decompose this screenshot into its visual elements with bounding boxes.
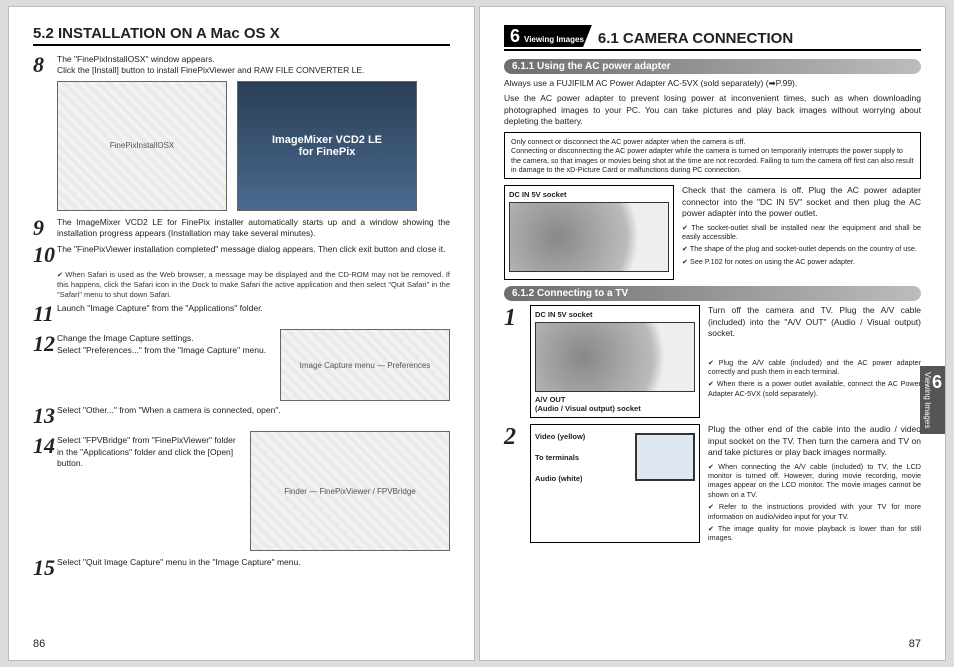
subheading-6-1-1: 6.1.1 Using the AC power adapter xyxy=(504,59,921,74)
caution-callout: Only connect or disconnect the AC power … xyxy=(504,132,921,179)
chapter-tab: 6 Viewing Images xyxy=(504,25,592,47)
subheading-6-1-2: 6.1.2 Connecting to a TV xyxy=(504,286,921,301)
figure-caption: ImageMixer VCD2 LE for FinePix xyxy=(238,82,416,210)
side-chapter-text: Viewing Images xyxy=(923,372,932,428)
page-left: 5.2 INSTALLATION ON A Mac OS X 8 The "Fi… xyxy=(8,6,475,661)
intro-ac-1: Always use a FUJIFILM AC Power Adapter A… xyxy=(504,78,921,89)
step-number: 8 xyxy=(33,54,57,76)
diagram-tv-1: 1 DC IN 5V socket A/V OUT (Audio / Visua… xyxy=(504,305,921,418)
step-text: The "FinePixInstallOSX" window appears. … xyxy=(57,54,450,77)
figure-finder-fpvbridge: Finder — FinePixViewer / FPVBridge xyxy=(250,431,450,551)
chapter-text: Viewing Images xyxy=(524,35,584,44)
figure-row-8: FinePixInstallOSX ImageMixer VCD2 LE for… xyxy=(57,81,450,211)
note: Plug the A/V cable (included) and the AC… xyxy=(708,358,921,376)
step-9: 9 The ImageMixer VCD2 LE for FinePix ins… xyxy=(33,217,450,240)
step-number: 14 xyxy=(33,435,57,457)
step-10: 10 The "FinePixViewer installation compl… xyxy=(33,244,450,266)
label-to-terminals: To terminals xyxy=(535,453,631,462)
page-spread: 5.2 INSTALLATION ON A Mac OS X 8 The "Fi… xyxy=(0,0,954,667)
step-13: 13 Select "Other..." from "When a camera… xyxy=(33,405,450,427)
heading-right: 6 Viewing Images 6.1 CAMERA CONNECTION xyxy=(504,25,921,51)
step-8: 8 The "FinePixInstallOSX" window appears… xyxy=(33,54,450,77)
note: See P.102 for notes on using the AC powe… xyxy=(682,257,855,266)
diagram-number: 1 xyxy=(504,305,522,418)
step-number: 13 xyxy=(33,405,57,427)
step-text: Select "Other..." from "When a camera is… xyxy=(57,405,450,416)
figure-image-capture-menu: Image Capture menu — Preferences xyxy=(280,329,450,401)
note: The socket-outlet shall be installed nea… xyxy=(682,223,921,241)
diagram-box-tv: Video (yellow) To terminals Audio (white… xyxy=(530,424,700,542)
page-number-right: 87 xyxy=(909,638,921,650)
step-11: 11 Launch "Image Capture" from the "Appl… xyxy=(33,303,450,325)
tv-step2-text: Plug the other end of the cable into the… xyxy=(708,424,921,458)
diagram-tv-2: 2 Video (yellow) To terminals Audio (whi… xyxy=(504,424,921,542)
step-text: Select "Quit Image Capture" menu in the … xyxy=(57,557,450,568)
callout-text: Only connect or disconnect the AC power … xyxy=(511,137,914,174)
step-text: The ImageMixer VCD2 LE for FinePix insta… xyxy=(57,217,450,240)
heading-text: 6.1 CAMERA CONNECTION xyxy=(598,30,793,47)
camera-illustration xyxy=(509,202,669,272)
diagram-ac-adapter: DC IN 5V socket Check that the camera is… xyxy=(504,185,921,280)
figure-imagemixer-splash: ImageMixer VCD2 LE for FinePix xyxy=(237,81,417,211)
note: When there is a power outlet available, … xyxy=(708,379,921,397)
step-text: Select "FPVBridge" from "FinePixViewer" … xyxy=(57,435,240,469)
label-audio-white: Audio (white) xyxy=(535,474,631,483)
step-12: 12 Change the Image Capture settings. Se… xyxy=(33,333,270,356)
side-chapter-number: 6 xyxy=(932,372,942,393)
step-number: 15 xyxy=(33,557,57,579)
tv-illustration xyxy=(635,433,695,481)
note: The image quality for movie playback is … xyxy=(708,524,921,542)
step-15: 15 Select "Quit Image Capture" menu in t… xyxy=(33,557,450,579)
diagram-text-1: Turn off the camera and TV. Plug the A/V… xyxy=(708,305,921,418)
label-video-yellow: Video (yellow) xyxy=(535,432,631,441)
note: The shape of the plug and socket-outlet … xyxy=(682,244,917,253)
heading-left: 5.2 INSTALLATION ON A Mac OS X xyxy=(33,25,450,46)
figure-caption: FinePixInstallOSX xyxy=(58,82,226,210)
step-text: Change the Image Capture settings. Selec… xyxy=(57,333,270,356)
page-right: 6 Viewing Images 6.1 CAMERA CONNECTION 6… xyxy=(479,6,946,661)
step-number: 9 xyxy=(33,217,57,239)
step-14: 14 Select "FPVBridge" from "FinePixViewe… xyxy=(33,435,240,469)
note: When connecting the A/V cable (included)… xyxy=(708,462,921,499)
figure-caption: Image Capture menu — Preferences xyxy=(281,330,449,400)
step-text: Launch "Image Capture" from the "Applica… xyxy=(57,303,450,314)
label-dc-in: DC IN 5V socket xyxy=(509,190,669,199)
label-dc-in: DC IN 5V socket xyxy=(535,310,695,319)
step-text: The "FinePixViewer installation complete… xyxy=(57,244,450,255)
figure-installer-window: FinePixInstallOSX xyxy=(57,81,227,211)
diagram-text-2: Plug the other end of the cable into the… xyxy=(708,424,921,542)
label-av-out: A/V OUT (Audio / Visual output) socket xyxy=(535,395,695,413)
side-chapter-tab: 6 Viewing Images xyxy=(920,366,945,434)
chapter-number: 6 xyxy=(510,27,520,45)
diagram-box-ac: DC IN 5V socket xyxy=(504,185,674,280)
intro-ac-2: Use the AC power adapter to prevent losi… xyxy=(504,93,921,127)
diagram-text-ac: Check that the camera is off. Plug the A… xyxy=(682,185,921,280)
ac-instruction: Check that the camera is off. Plug the A… xyxy=(682,185,921,219)
diagram-number: 2 xyxy=(504,424,522,542)
step-number: 11 xyxy=(33,303,57,325)
page-number-left: 86 xyxy=(33,638,45,650)
camera-back-illustration xyxy=(535,322,695,392)
step-number: 10 xyxy=(33,244,57,266)
tv-step1-text: Turn off the camera and TV. Plug the A/V… xyxy=(708,305,921,339)
step-number: 12 xyxy=(33,333,57,355)
note-safari: When Safari is used as the Web browser, … xyxy=(57,270,450,300)
note: Refer to the instructions provided with … xyxy=(708,502,921,520)
figure-caption: Finder — FinePixViewer / FPVBridge xyxy=(251,432,449,550)
diagram-box-camera: DC IN 5V socket A/V OUT (Audio / Visual … xyxy=(530,305,700,418)
